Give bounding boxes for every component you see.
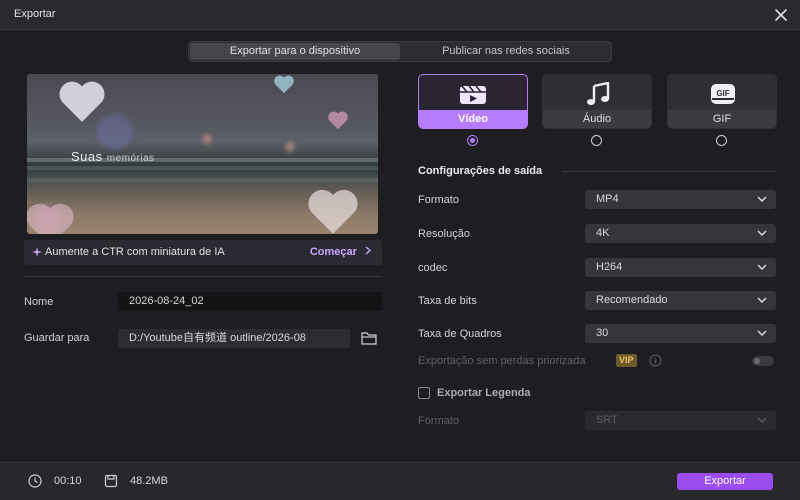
folder-icon[interactable] [361, 331, 377, 345]
select-value: SRT [596, 414, 618, 426]
preview-overlay-text: Suas memórias [71, 149, 155, 164]
subtitle-format-select: SRT [585, 411, 776, 430]
ai-thumbnail-banner: Aumente a CTR com miniatura de IA Começa… [24, 240, 382, 265]
select-value: H264 [596, 261, 623, 273]
overlay-word: Suas [71, 149, 103, 164]
bitrate-select[interactable]: Recomendado [585, 291, 776, 310]
chevron-down-icon [757, 330, 767, 336]
export-subtitle-label: Exportar Legenda [437, 387, 531, 399]
divider [24, 276, 382, 277]
name-input[interactable]: 2026-08-24_02 [118, 292, 382, 311]
start-button-label: Começar [309, 246, 357, 258]
name-label: Nome [24, 296, 54, 308]
output-settings-title: Configurações de saída [418, 165, 543, 177]
chevron-down-icon [757, 230, 767, 236]
music-note-icon [587, 82, 610, 105]
export-type-icon-wrap: GIF [668, 75, 776, 111]
format-select[interactable]: MP4 [585, 190, 776, 209]
tab-export-to-device[interactable]: Exportar para o dispositivo [190, 43, 400, 60]
export-type-icon-wrap [543, 75, 651, 111]
export-button[interactable]: Exportar [677, 473, 773, 490]
bokeh-light [202, 134, 212, 144]
radio-audio[interactable] [591, 135, 602, 146]
heart-decoration [27, 203, 74, 234]
export-type-gif[interactable]: GIF GIF [667, 74, 777, 129]
select-value: 30 [596, 327, 609, 339]
chevron-down-icon [757, 297, 767, 303]
vip-badge: VIP [616, 354, 637, 367]
export-type-label: GIF [668, 110, 776, 128]
heart-decoration [274, 75, 294, 94]
title-bar: Exportar [0, 0, 800, 30]
gif-icon-text: GIF [716, 89, 729, 98]
export-type-label: Vídeo [419, 110, 527, 128]
duration-value: 00:10 [54, 475, 82, 487]
save-to-label: Guardar para [24, 332, 90, 344]
chevron-right-icon [365, 246, 371, 255]
file-size-value: 48.2MB [130, 475, 168, 487]
file-size-icon [104, 474, 118, 488]
export-type-audio[interactable]: Áudio [542, 74, 652, 129]
footer-bar: 00:10 48.2MB Exportar [0, 462, 800, 500]
export-type-icon-wrap [419, 75, 527, 111]
subtitle-format-label: Formato [418, 415, 459, 427]
export-type-label: Áudio [543, 110, 651, 128]
lossless-export-label: Exportação sem perdas priorizada [418, 355, 586, 367]
heart-decoration [59, 81, 105, 122]
format-label: Formato [418, 194, 459, 206]
divider [562, 171, 776, 172]
sparkle-icon [32, 247, 42, 257]
chevron-down-icon [757, 196, 767, 202]
video-preview: Suas memórias [27, 74, 378, 234]
frame-rate-select[interactable]: 30 [585, 324, 776, 343]
heart-decoration [328, 111, 348, 130]
save-path-input[interactable]: D:/Youtube自有频道 outline/2026-08 [118, 329, 350, 348]
video-clapper-icon [460, 85, 486, 104]
frame-rate-label: Taxa de Quadros [418, 328, 502, 340]
codec-select[interactable]: H264 [585, 258, 776, 277]
radio-gif[interactable] [716, 135, 727, 146]
select-value: MP4 [596, 193, 619, 205]
wave-line [27, 166, 378, 170]
export-destination-tabs: Exportar para o dispositivo Publicar nas… [188, 41, 612, 62]
clock-icon [28, 474, 42, 488]
resolution-label: Resolução [418, 228, 470, 240]
bokeh-light [285, 142, 295, 152]
window-title: Exportar [14, 8, 56, 20]
select-value: 4K [596, 227, 610, 239]
export-type-video[interactable]: Vídeo [418, 74, 528, 129]
wave-line [27, 178, 378, 182]
bitrate-label: Taxa de bits [418, 295, 477, 307]
select-value: Recomendado [596, 294, 668, 306]
chevron-down-icon [757, 417, 767, 423]
heart-decoration [308, 189, 358, 234]
resolution-select[interactable]: 4K [585, 224, 776, 243]
close-icon[interactable] [772, 6, 790, 24]
ai-banner-label: Aumente a CTR com miniatura de IA [45, 246, 225, 258]
overlay-word-small: memórias [106, 153, 155, 164]
gif-icon: GIF [711, 84, 735, 104]
export-subtitle-checkbox[interactable] [418, 387, 430, 399]
lossless-toggle[interactable] [752, 356, 774, 366]
chevron-down-icon [757, 264, 767, 270]
codec-label: codec [418, 262, 448, 274]
start-button[interactable]: Começar [310, 246, 372, 258]
tab-publish-social[interactable]: Publicar nas redes sociais [401, 43, 611, 60]
info-icon[interactable] [649, 354, 662, 367]
radio-video[interactable] [467, 135, 478, 146]
